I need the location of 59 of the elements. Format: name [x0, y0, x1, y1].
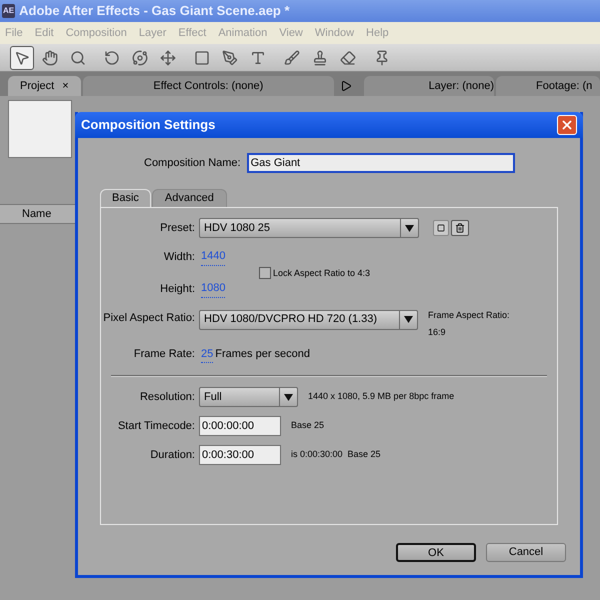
- eraser-icon: [340, 50, 356, 66]
- input-field[interactable]: 0:00:00:00: [199, 416, 281, 436]
- close-icon[interactable]: ×: [62, 78, 69, 94]
- app-badge: AE: [2, 4, 16, 18]
- frame-aspect-value: 16:9: [428, 326, 447, 339]
- frame-rate-unit: Frames per second: [215, 347, 310, 362]
- pin-icon: [374, 50, 390, 66]
- frame-aspect-label: Frame Aspect Ratio:: [428, 308, 510, 322]
- timecode-base: Base 25: [291, 419, 324, 432]
- dropdown-arrow-icon: [404, 316, 413, 323]
- magnifier-icon: [70, 50, 86, 66]
- orbit-icon: [132, 50, 148, 66]
- dropdown[interactable]: HDV 1080/DVCPRO HD 720 (1.33): [199, 310, 418, 330]
- field-label: Duration:: [150, 448, 195, 463]
- rotate-icon: [104, 50, 120, 66]
- resolution-info: 1440 x 1080, 5.9 MB per 8bpc frame: [308, 390, 454, 404]
- dropdown-arrow-icon: [405, 224, 414, 232]
- field-label: Resolution:: [140, 390, 195, 405]
- checkbox-label: Lock Aspect Ratio to 4:3: [273, 266, 370, 280]
- field-label: Height:: [160, 282, 195, 296]
- dropdown[interactable]: HDV 1080 25: [199, 218, 419, 238]
- thumbnail: [8, 100, 72, 158]
- dialog-button[interactable]: OK: [396, 543, 476, 562]
- arrow-pointer-icon: [14, 50, 30, 66]
- checkbox[interactable]: [259, 267, 271, 280]
- duration-info: is 0:00:30:00 Base 25: [291, 448, 381, 462]
- tool-button[interactable]: [10, 46, 34, 70]
- dialog-tab[interactable]: Advanced: [152, 189, 227, 207]
- panel-menu-icon[interactable]: [340, 80, 352, 92]
- field-label: Composition Name:: [144, 156, 241, 171]
- close-icon: [560, 118, 574, 132]
- panel-tab[interactable]: Effect Controls: (none): [82, 76, 334, 96]
- dialog-title: Composition Settings: [81, 116, 216, 134]
- field-label: Start Timecode:: [118, 418, 195, 434]
- pen-icon: [222, 50, 238, 66]
- brush-icon: [284, 50, 300, 66]
- panel-tab[interactable]: Footage: (n: [496, 76, 600, 96]
- field-label: Frame Rate:: [134, 347, 195, 362]
- delete-preset-button[interactable]: [451, 220, 469, 236]
- move-icon: [160, 50, 176, 66]
- save-preset-button[interactable]: [433, 220, 449, 236]
- input-field[interactable]: 0:00:30:00: [199, 445, 281, 465]
- hand-icon: [42, 50, 58, 66]
- close-button[interactable]: [557, 115, 577, 135]
- field-label: Pixel Aspect Ratio:: [103, 310, 195, 326]
- panel-tab[interactable]: Layer: (none): [364, 76, 494, 96]
- field-label: Width:: [164, 250, 195, 264]
- field-label: Preset:: [160, 220, 195, 236]
- panel-tab[interactable]: Project ×: [8, 76, 81, 96]
- dropdown-arrow-icon: [284, 394, 293, 400]
- dropdown[interactable]: Full: [199, 387, 298, 407]
- text-icon: [250, 50, 266, 66]
- dialog-button[interactable]: Cancel: [486, 543, 566, 562]
- stamp-icon: [312, 50, 328, 66]
- dialog-tab[interactable]: Basic: [100, 189, 151, 207]
- window-title: Adobe After Effects - Gas Giant Scene.aep *: [19, 2, 290, 20]
- trash-icon: [455, 223, 465, 233]
- rectangle-icon: [194, 50, 210, 66]
- composition-name-field[interactable]: Gas Giant: [246, 153, 515, 173]
